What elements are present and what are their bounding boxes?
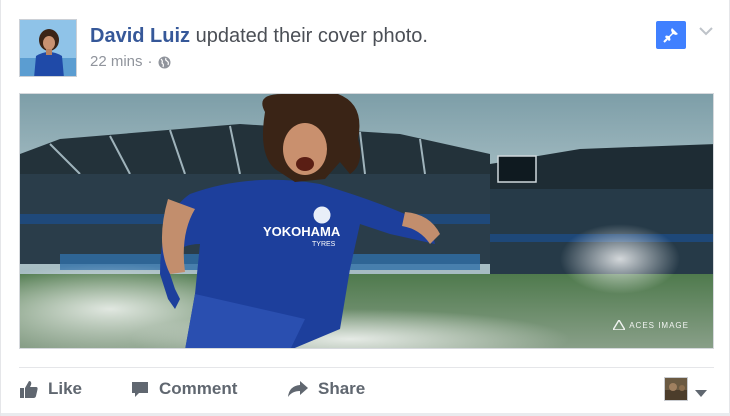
feed-post: David Luiz updated their cover photo. 22… xyxy=(0,0,730,416)
share-arrow-icon xyxy=(288,381,308,397)
triangle-logo-icon xyxy=(613,320,626,330)
pin-icon xyxy=(663,28,678,43)
globe-icon[interactable] xyxy=(158,56,171,69)
post-action-text: updated their cover photo. xyxy=(195,25,428,47)
share-label: Share xyxy=(318,379,366,398)
actions-divider xyxy=(19,367,714,368)
comment-button[interactable]: Comment xyxy=(130,372,237,406)
meta-separator: · xyxy=(147,53,153,70)
sponsor-subtext: TYRES xyxy=(312,241,336,248)
cover-photo[interactable]: YOKOHAMA TYRES ACES IMAGE xyxy=(19,93,714,349)
post-actions-bar: Like Comment Share xyxy=(19,372,714,406)
post-as-avatar[interactable] xyxy=(664,377,688,401)
timestamp-link[interactable]: 22 mins xyxy=(90,53,143,71)
author-avatar[interactable] xyxy=(19,19,77,77)
thumbs-up-icon xyxy=(20,381,38,398)
pin-button[interactable] xyxy=(656,21,686,49)
post-options-button[interactable] xyxy=(698,24,714,36)
chevron-down-icon xyxy=(699,27,713,36)
author-name-link[interactable]: David Luiz xyxy=(90,25,190,47)
post-meta: 22 mins · xyxy=(90,53,171,71)
post-as-dropdown[interactable] xyxy=(695,385,707,397)
comment-icon xyxy=(132,382,148,397)
comment-label: Comment xyxy=(159,379,238,398)
post-headline: David Luiz updated their cover photo. xyxy=(90,24,428,48)
share-button[interactable]: Share xyxy=(287,372,365,406)
sponsor-text: YOKOHAMA xyxy=(263,224,341,239)
like-label: Like xyxy=(48,379,83,398)
watermark: ACES IMAGE xyxy=(613,320,689,330)
caret-down-icon xyxy=(695,390,707,397)
like-button[interactable]: Like xyxy=(19,372,82,406)
watermark-text: ACES IMAGE xyxy=(629,320,689,330)
